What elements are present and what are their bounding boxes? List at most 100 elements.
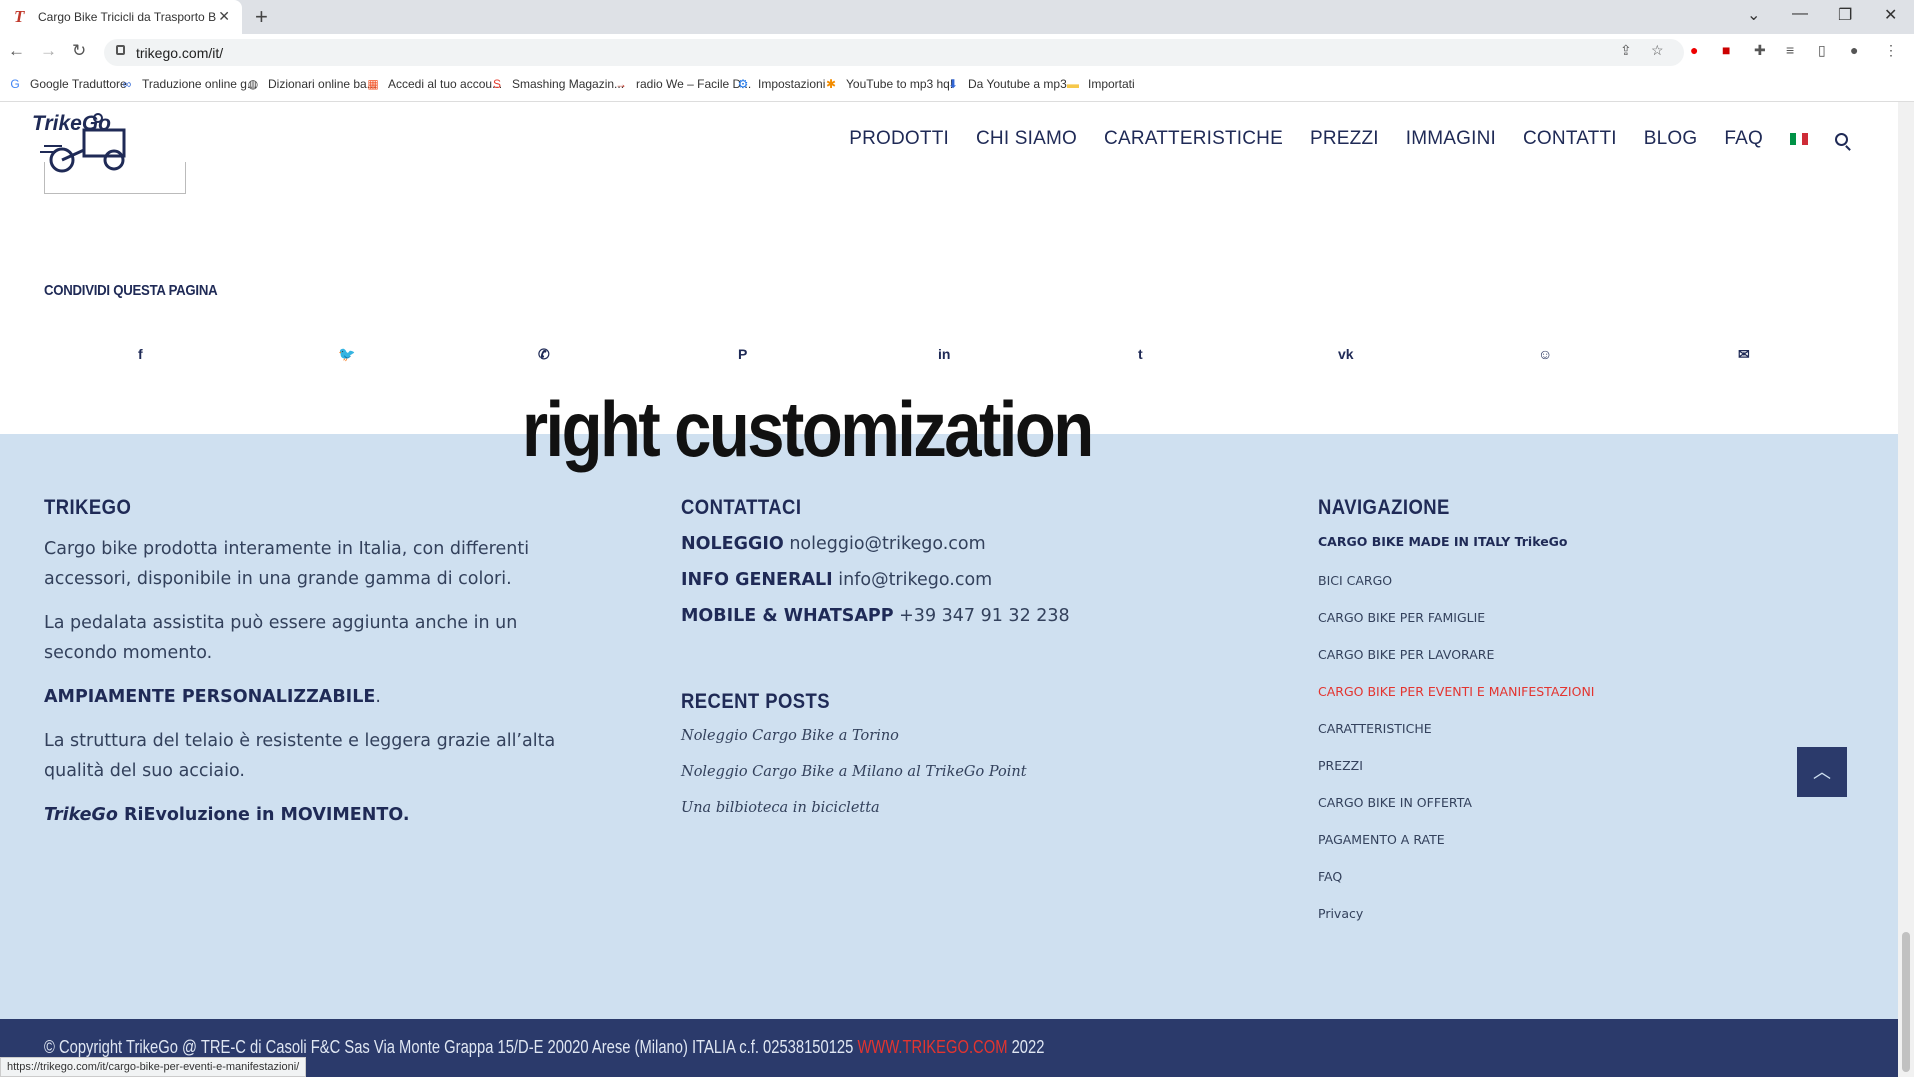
bookmark-label: Impostazioni [758,77,826,91]
opera-extension-icon[interactable]: ● [1690,42,1698,58]
contact-label: MOBILE & WHATSAPP [681,606,894,626]
footer-nav-link[interactable]: PREZZI [1318,758,1838,773]
share-page-icon[interactable]: ⇪ [1620,42,1632,59]
bookmark-item[interactable]: ▦ Accedi al tuo accou... [366,77,502,91]
back-icon[interactable]: ← [8,41,25,61]
vk-icon[interactable]: vk [1338,346,1354,362]
bookmark-item[interactable]: ⬇ Da Youtube a mp3... [946,77,1077,91]
footer-nav-link[interactable]: CARGO BIKE IN OFFERTA [1318,795,1838,810]
whatsapp-icon[interactable]: ✆ [538,346,550,363]
chevron-up-icon: ︿ [1813,762,1831,782]
restore-icon[interactable]: ❐ [1838,5,1852,25]
contact-value[interactable]: info@trikego.com [833,570,992,590]
footer-trikego-text: AMPIAMENTE PERSONALIZZABILE. [44,682,574,712]
footer-nav-link[interactable]: FAQ [1318,869,1838,884]
reddit-icon[interactable]: ☺ [1538,346,1552,362]
nav-item-caratteristiche[interactable]: CARATTERISTICHE [1104,128,1283,150]
recent-post-link[interactable]: Noleggio Cargo Bike a Torino [681,728,1241,744]
bookmark-label: Dizionari online ba... [268,77,377,91]
footer-nav-link[interactable]: BICI CARGO [1318,573,1838,588]
radio-icon: → [615,77,627,91]
nav-item-contatti[interactable]: CONTATTI [1523,128,1617,150]
mail-icon[interactable]: ✉ [1738,346,1750,363]
bookmark-item[interactable]: S Smashing Magazin... [490,77,624,91]
scrollbar-thumb[interactable] [1902,932,1910,1072]
facebook-icon[interactable]: f [138,346,143,362]
footer-nav-link[interactable]: CARATTERISTICHE [1318,721,1838,736]
linkedin-icon[interactable]: in [938,346,950,362]
bookmark-item[interactable]: ⚙ Impostazioni [736,77,826,91]
footer-nav-home-link[interactable]: CARGO BIKE MADE IN ITALY TrikeGo [1318,534,1838,549]
footer-nav-link[interactable]: CARGO BIKE PER EVENTI E MANIFESTAZIONI [1318,684,1838,699]
pdf-extension-icon[interactable]: ■ [1722,42,1730,58]
bookmark-item[interactable]: G Google Traduttore [8,77,126,91]
footer-nav-link[interactable]: Privacy [1318,906,1838,921]
highlight-text: AMPIAMENTE PERSONALIZZABILE [44,687,376,707]
footer-nav-link[interactable]: PAGAMENTO A RATE [1318,832,1838,847]
contact-label: NOLEGGIO [681,534,784,554]
footer-contact-heading: CONTATTACI [681,496,802,519]
address-bar[interactable]: trikego.com/it/ [104,39,1684,66]
minimize-icon[interactable]: — [1792,5,1808,23]
bookmark-item[interactable]: ◍ Dizionari online ba... [246,77,377,91]
search-icon[interactable] [1835,132,1848,146]
bookmark-item[interactable]: → radio We – Facile D... [614,77,751,91]
recent-post-link[interactable]: Una bilbioteca in bicicletta [681,800,1241,816]
recent-post-link[interactable]: Noleggio Cargo Bike a Milano al TrikeGo … [681,764,1241,780]
nav-item-blog[interactable]: BLOG [1644,128,1698,150]
slogan-text: RiEvoluzione in MOVIMENTO. [117,805,410,825]
footer-col-trikego: TRIKEGO Cargo bike prodotta interamente … [44,496,574,844]
overlay-caption: right customization [522,385,1094,473]
footer-navigation-heading: NAVIGAZIONE [1318,496,1450,519]
extensions-puzzle-icon[interactable]: ✚ [1754,42,1766,59]
contact-value[interactable]: noleggio@trikego.com [784,534,985,554]
copyright-year: 2022 [1007,1037,1045,1057]
menu-kebab-icon[interactable]: ⋮ [1884,42,1898,59]
footer-trikego-heading: TRIKEGO [44,496,132,519]
share-buttons: f 🐦 ✆ Pin t vk ☺ ✉ [44,346,1810,366]
bookmark-label: Traduzione online g... [142,77,257,91]
tumblr-icon[interactable]: t [1138,346,1143,362]
scroll-to-top-button[interactable]: ︿ [1797,747,1847,797]
footer-nav-link[interactable]: CARGO BIKE PER FAMIGLIE [1318,610,1838,625]
bookmark-label: Accedi al tuo accou... [388,77,503,91]
tab-title: Cargo Bike Tricicli da Trasporto B [38,10,217,24]
close-window-icon[interactable]: ✕ [1884,5,1897,25]
gear-icon: ⚙ [737,77,749,91]
italian-flag-icon[interactable] [1790,133,1808,145]
nav-item-immagini[interactable]: IMMAGINI [1406,128,1496,150]
copyright-site-link[interactable]: WWW.TRIKEGO.COM [857,1037,1007,1057]
content-box-edge [44,162,186,194]
reload-icon[interactable]: ↻ [72,41,86,61]
new-tab-icon[interactable]: + [255,4,268,30]
media-control-icon[interactable]: ≡ [1786,42,1794,58]
browser-tab[interactable]: T Cargo Bike Tricicli da Trasporto B ✕ [0,0,242,34]
footer-nav-link[interactable]: CARGO BIKE PER LAVORARE [1318,647,1838,662]
address-url: trikego.com/it/ [136,44,224,61]
side-panel-icon[interactable]: ▯ [1818,42,1826,59]
tab-search-icon[interactable]: ⌄ [1747,5,1760,25]
nav-item-faq[interactable]: FAQ [1724,128,1763,150]
twitter-icon[interactable]: 🐦 [338,346,355,363]
tab-close-icon[interactable]: ✕ [218,8,230,25]
bookmark-star-icon[interactable]: ☆ [1651,42,1664,59]
page-scrollbar[interactable] [1898,102,1914,1077]
nav-item-chi-siamo[interactable]: CHI SIAMO [976,128,1077,150]
profile-avatar-icon[interactable]: ● [1850,42,1858,58]
bookmark-item[interactable]: ∞ Traduzione online g... [120,77,257,91]
lock-icon [116,45,125,55]
site-header: TrikeGo PRODOTTI CHI SIAMO CARATTERISTICHE… [0,102,1898,182]
contact-value[interactable]: +39 347 91 32 238 [894,606,1070,626]
pinterest-icon[interactable]: P [738,346,747,362]
bookmark-item[interactable]: ✱ YouTube to mp3 hq! [824,77,953,91]
recent-posts-heading: RECENT POSTS [681,690,831,713]
main-navigation: PRODOTTI CHI SIAMO CARATTERISTICHE PREZZI IM… [849,128,1848,150]
nav-item-prezzi[interactable]: PREZZI [1310,128,1379,150]
footer-trikego-text: Cargo bike prodotta interamente in Itali… [44,539,530,589]
nav-item-prodotti[interactable]: PRODOTTI [849,128,949,150]
forward-icon[interactable]: → [40,41,57,61]
contact-line: MOBILE & WHATSAPP +39 347 91 32 238 [681,606,1241,626]
bookmark-item[interactable]: ▬ Importati [1066,77,1135,91]
web-page: TrikeGo PRODOTTI CHI SIAMO CARATTERISTICHE… [0,102,1898,1077]
slogan-brand: TrikeGo [44,805,118,825]
